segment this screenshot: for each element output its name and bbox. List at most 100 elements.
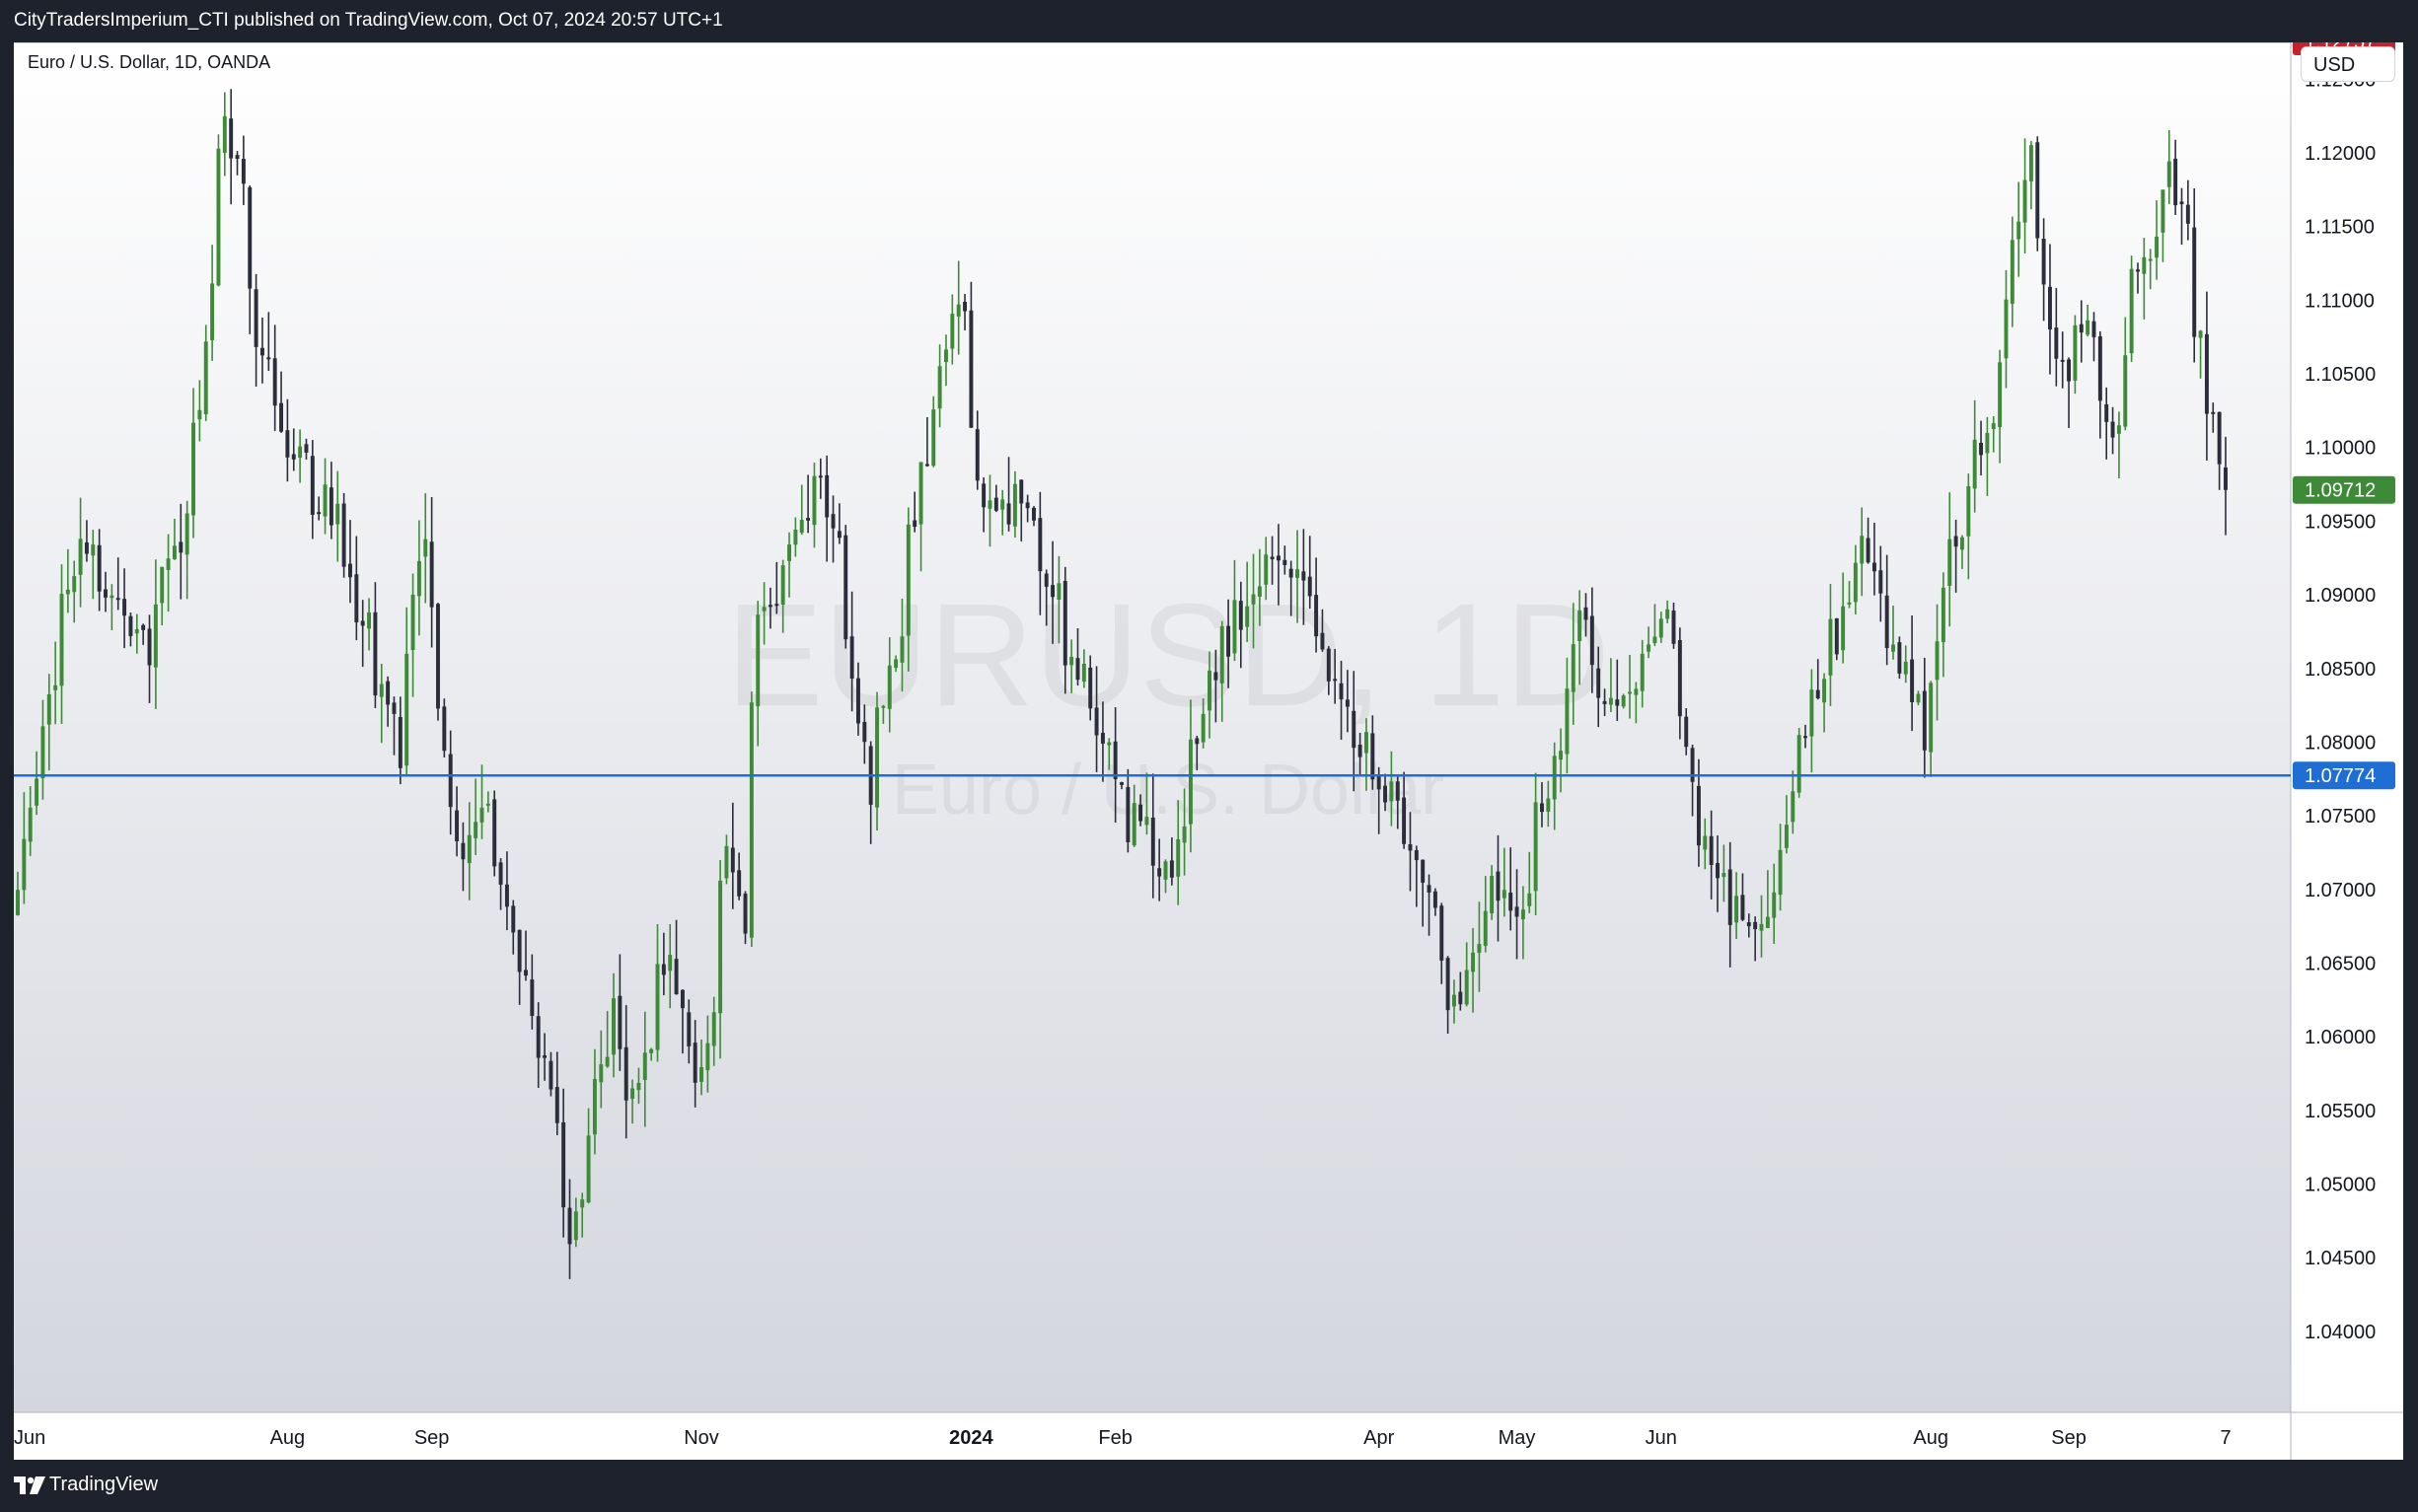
candle-body (2035, 142, 2040, 239)
candle-body (605, 1056, 610, 1067)
candle-body (1860, 536, 1865, 564)
candle-body (787, 544, 791, 561)
candle-body (1245, 606, 1250, 627)
candle-body (730, 847, 735, 873)
time-tick-label: Sep (2051, 1427, 2087, 1449)
candle-body (1138, 804, 1143, 822)
candle-body (944, 349, 948, 363)
candle-body (1533, 802, 1538, 892)
candle-body (1621, 695, 1626, 707)
candle-body (2116, 425, 2121, 434)
candle-body (1647, 644, 1651, 652)
candle-body (104, 589, 108, 598)
candle-body (975, 429, 980, 481)
candle-body (963, 302, 968, 312)
candle-body (53, 684, 58, 690)
candle-body (304, 444, 309, 453)
chart-panel[interactable]: EURUSD, 1D Euro / U.S. Dollar 1.125001.1… (14, 42, 2403, 1460)
candle-body (2217, 411, 2222, 465)
candle-body (1088, 667, 1093, 709)
candle-body (818, 475, 823, 478)
candle-body (2148, 258, 2153, 261)
candle-body (799, 520, 804, 534)
time-axis-background (14, 1412, 2291, 1460)
candle-body (1307, 576, 1312, 597)
candle-body (2041, 239, 2046, 285)
candle (749, 691, 754, 948)
candle-body (1552, 756, 1557, 800)
candle-body (1540, 803, 1544, 813)
candle-body (1120, 782, 1124, 785)
candle-body (756, 614, 761, 707)
tradingview-logo-icon[interactable] (14, 1476, 45, 1494)
candle-body (573, 1211, 578, 1241)
candle-body (2073, 324, 2078, 381)
candle-body (1062, 581, 1067, 666)
candle-body (849, 636, 854, 680)
candle-body (1765, 916, 1770, 928)
candle-body (128, 615, 133, 637)
candle-body (1402, 797, 1407, 844)
candle-body (367, 612, 372, 629)
candle-body (1006, 503, 1011, 525)
candle-body (1326, 648, 1331, 682)
candle-body (530, 979, 535, 1017)
candle-body (668, 955, 673, 972)
candle-body (1991, 423, 1996, 429)
candle-body (768, 605, 772, 608)
candle-body (141, 624, 146, 630)
candle-body (1772, 892, 1777, 918)
candle-body (2166, 161, 2171, 187)
candle-body (360, 620, 365, 626)
candle-body (1339, 683, 1344, 700)
candle-body (134, 628, 139, 634)
candle-body (210, 283, 215, 340)
candle-body (1288, 568, 1293, 578)
candle-body (1803, 736, 1807, 739)
candle-body (1778, 849, 1783, 896)
candle-body (881, 705, 886, 708)
price-tag-label: 1.09712 (2305, 480, 2376, 502)
candle-body (78, 539, 83, 575)
candle-body (1628, 691, 1632, 694)
candle-body (1527, 893, 1532, 906)
candle (1834, 617, 1839, 661)
price-tick-label: 1.11500 (2305, 217, 2375, 239)
price-chart[interactable]: EURUSD, 1D Euro / U.S. Dollar 1.125001.1… (14, 42, 2403, 1460)
currency-button[interactable]: USD (2301, 46, 2395, 82)
candle-body (1559, 751, 1564, 760)
candle-body (279, 402, 284, 432)
candle-body (310, 456, 315, 515)
candle-body (1922, 690, 1927, 751)
candle-body (1238, 601, 1243, 630)
candle-body (1270, 556, 1275, 560)
candle-body (354, 574, 359, 623)
candle-body (1652, 636, 1657, 644)
candle-body (1213, 672, 1218, 681)
price-tick-label: 1.08500 (2305, 659, 2376, 681)
candle-body (674, 959, 679, 995)
candle-body (392, 702, 397, 714)
candle-body (1150, 818, 1155, 866)
candle-body (549, 1060, 553, 1090)
candle-body (2179, 201, 2184, 205)
candle-body (2091, 321, 2096, 337)
tradingview-brand[interactable]: TradingView (49, 1474, 158, 1496)
candle-body (191, 422, 195, 516)
candle-body (1759, 923, 1764, 931)
candle-body (855, 678, 860, 724)
candle-body (2016, 221, 2021, 240)
publish-info: CityTradersImperium_CTI published on Tra… (14, 10, 723, 31)
candle-body (166, 558, 171, 570)
candle-body (285, 430, 290, 458)
candle-body (887, 665, 892, 709)
candle-body (737, 870, 742, 897)
time-tick-label: Sep (414, 1427, 450, 1449)
candle-body (1841, 606, 1846, 651)
candle-body (2185, 204, 2190, 224)
candle-body (1314, 595, 1319, 637)
candle-body (1722, 873, 1726, 878)
candle-body (46, 693, 51, 725)
price-tick-label: 1.06000 (2305, 1027, 2376, 1048)
candle-body (1998, 362, 2003, 427)
